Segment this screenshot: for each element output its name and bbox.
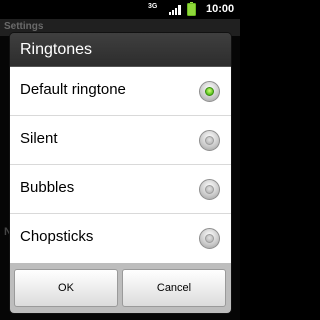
radio-button[interactable] <box>199 130 220 151</box>
option-label: Chopsticks <box>20 228 94 245</box>
option-silent[interactable]: Silent <box>10 116 231 165</box>
network-type: 3G <box>148 3 158 10</box>
radio-button-checked[interactable] <box>199 81 220 102</box>
battery-icon <box>187 2 196 16</box>
option-default-ringtone[interactable]: Default ringtone <box>10 67 231 116</box>
radio-button[interactable] <box>199 228 220 249</box>
dialog-button-bar: OK Cancel <box>10 263 231 313</box>
clock: 10:00 <box>206 3 235 15</box>
signal-icon <box>169 5 181 15</box>
radio-button[interactable] <box>199 179 220 200</box>
option-chopsticks[interactable]: Chopsticks <box>10 214 231 263</box>
option-label: Default ringtone <box>20 81 126 98</box>
status-bar: 3G 10:00 <box>0 0 240 19</box>
option-label: Silent <box>20 130 58 147</box>
cancel-button[interactable]: Cancel <box>122 269 226 307</box>
option-label: Bubbles <box>20 179 75 196</box>
ok-button[interactable]: OK <box>14 269 118 307</box>
ringtones-dialog: Ringtones Default ringtone Silent Bubble… <box>10 33 231 313</box>
ringtone-list: Default ringtone Silent Bubbles Chopstic… <box>10 67 231 263</box>
dialog-title: Ringtones <box>10 33 231 67</box>
option-bubbles[interactable]: Bubbles <box>10 165 231 214</box>
